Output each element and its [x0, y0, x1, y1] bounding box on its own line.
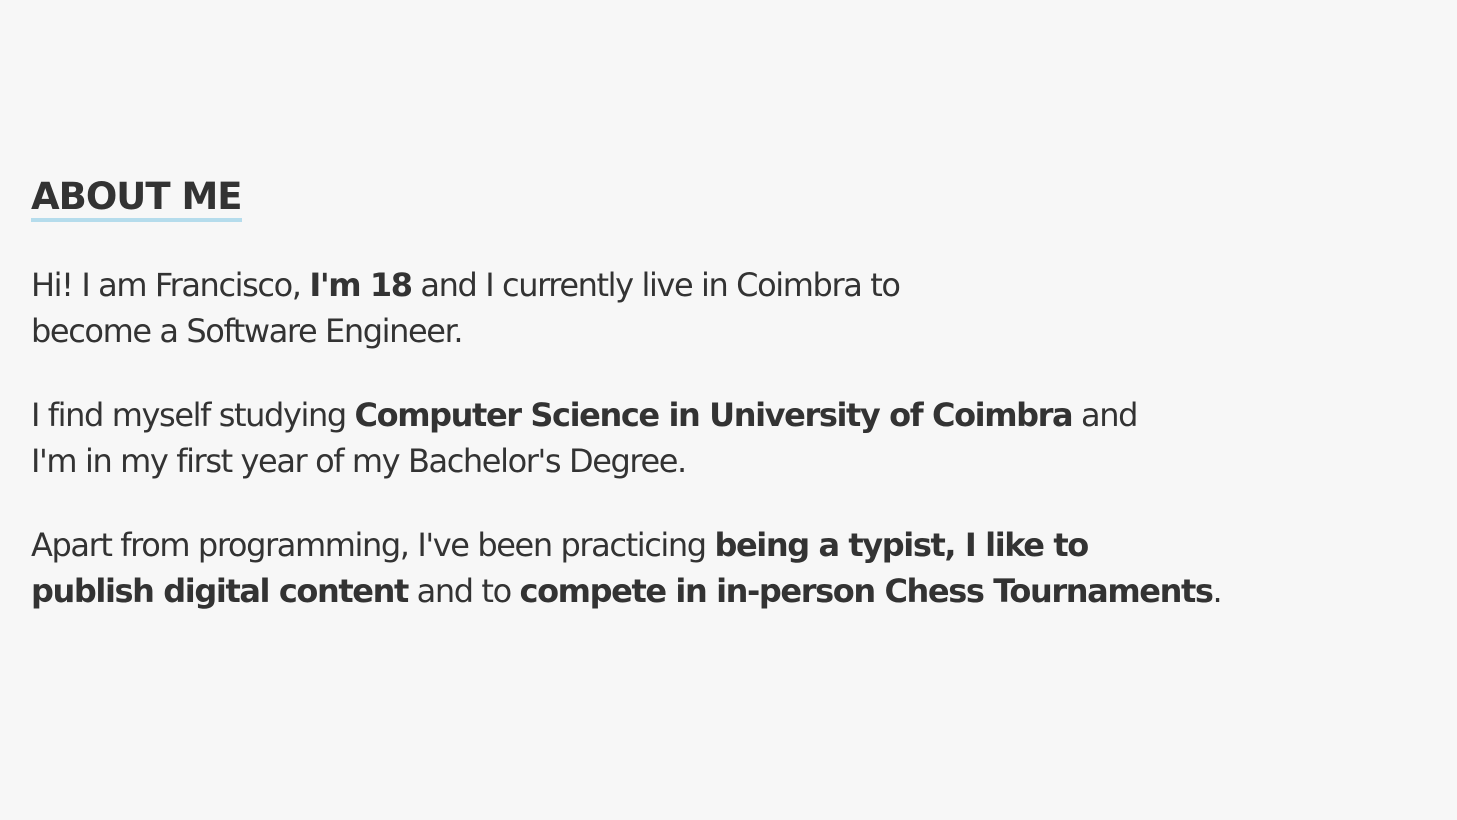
about-me-title: ABOUT ME	[31, 176, 243, 222]
text-span: Apart from programming, I've been practi…	[31, 526, 715, 564]
paragraph-line: Hi! I am Francisco, I'm 18 and I current…	[31, 262, 1411, 308]
highlight-chess: compete in in-person Chess Tournaments	[519, 572, 1214, 610]
about-paragraph-studies: I find myself studying Computer Science …	[31, 392, 1411, 484]
paragraph-line: publish digital content and to compete i…	[31, 568, 1411, 614]
text-span: I'm in my first year of my Bachelor's De…	[31, 442, 687, 480]
paragraph-line: Apart from programming, I've been practi…	[31, 522, 1411, 568]
text-span: and	[1072, 396, 1138, 434]
text-span: Hi! I am Francisco,	[31, 266, 310, 304]
paragraph-line: I'm in my first year of my Bachelor's De…	[31, 438, 1411, 484]
text-span: and to	[407, 572, 520, 610]
about-paragraph-intro: Hi! I am Francisco, I'm 18 and I current…	[31, 262, 1411, 354]
text-span: and I currently live in Coimbra to	[411, 266, 901, 304]
paragraph-line: become a Software Engineer.	[31, 308, 1411, 354]
text-span: .	[1212, 572, 1223, 610]
text-span: I find myself studying	[31, 396, 355, 434]
highlight-degree: Computer Science in University of Coimbr…	[354, 396, 1074, 434]
paragraph-line: I find myself studying Computer Science …	[31, 392, 1411, 438]
about-me-section: ABOUT ME Hi! I am Francisco, I'm 18 and …	[31, 176, 1411, 614]
highlight-typist: being a typist, I like to	[714, 526, 1089, 564]
text-span: become a Software Engineer.	[31, 312, 464, 350]
highlight-age: I'm 18	[309, 266, 413, 304]
about-paragraph-hobbies: Apart from programming, I've been practi…	[31, 522, 1411, 614]
highlight-content: publish digital content	[31, 572, 409, 610]
